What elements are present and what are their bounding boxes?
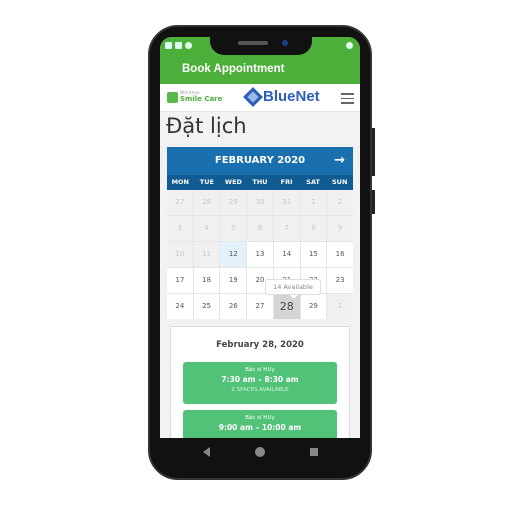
calendar-day: 4 xyxy=(193,216,220,241)
calendar-day[interactable]: 27 xyxy=(247,294,273,319)
weekday-label: SUN xyxy=(332,178,348,186)
leaf-icon xyxy=(167,91,178,103)
calendar-day[interactable]: 25 xyxy=(193,294,220,319)
hamburger-icon[interactable] xyxy=(341,93,354,107)
status-bar xyxy=(160,37,360,55)
calendar-day: 5 xyxy=(220,216,247,241)
app-bar-title: Book Appointment xyxy=(160,55,360,84)
calendar-day: 8 xyxy=(300,216,327,241)
timeslot-button[interactable]: Bác sĩ HUy 7:30 am – 8:30 am 2 SPACES AV… xyxy=(183,362,337,404)
calendar-day[interactable]: 15 xyxy=(300,242,327,267)
slot-time: 9:00 am – 10:00 am xyxy=(218,423,302,432)
weekday-row: MON TUE WED THU FRI SAT SUN xyxy=(167,175,353,190)
weekday-label: WED xyxy=(224,178,242,186)
screen: Book Appointment Nha Khoa Smile Care Blue… xyxy=(160,37,360,438)
calendar-day: 27 xyxy=(167,190,193,215)
calendar-day[interactable]: 17 xyxy=(167,268,193,293)
calendar-day[interactable]: 26 xyxy=(220,294,247,319)
calendar-day[interactable]: 16 xyxy=(327,242,353,267)
site-header: Nha Khoa Smile Care BlueNet xyxy=(160,84,360,112)
home-icon[interactable] xyxy=(254,447,265,457)
sync-icon xyxy=(185,42,192,49)
calendar-day: 30 xyxy=(247,190,273,215)
timeslot-button[interactable]: Bác sĩ HUy 9:00 am – 10:00 am xyxy=(183,410,337,438)
calendar-day: 28 xyxy=(193,190,220,215)
slot-doctor: Bác sĩ HUy xyxy=(245,415,275,421)
weekday-label: FRI xyxy=(280,178,293,186)
bluenet-text: BlueNet xyxy=(263,88,320,105)
calendar-day: 11 xyxy=(193,242,220,267)
timeslot-card: February 28, 2020 Bác sĩ HUy 7:30 am – 8… xyxy=(170,326,350,438)
calendar-day: 31 xyxy=(273,190,300,215)
volume-button xyxy=(372,190,375,214)
recent-apps-icon[interactable] xyxy=(309,448,318,456)
calendar-day: 1 xyxy=(300,190,327,215)
bluenet-diamond-icon xyxy=(243,86,263,107)
calendar-day: 1 xyxy=(327,294,353,319)
calendar-month: FEBRUARY 2020 xyxy=(214,155,306,166)
weekday-label: TUE xyxy=(199,178,214,186)
calendar-day[interactable]: 29 xyxy=(300,294,327,319)
bluenet-logo[interactable]: BlueNet xyxy=(243,86,320,107)
arrow-right-icon[interactable]: → xyxy=(334,147,345,175)
calendar-day: 29 xyxy=(220,190,247,215)
page-title: Đặt lịch xyxy=(166,114,247,138)
image-icon xyxy=(175,42,182,49)
back-icon[interactable] xyxy=(202,447,210,457)
weekday-label: SAT xyxy=(306,178,320,186)
weekday-label: MON xyxy=(171,178,189,186)
notch xyxy=(210,37,312,55)
weekday-label: THU xyxy=(252,178,268,186)
calendar-day[interactable]: 14 xyxy=(273,242,300,267)
calendar-header: FEBRUARY 2020 → xyxy=(167,147,353,175)
calendar-day: 9 xyxy=(327,216,353,241)
calendar-day[interactable]: 18 xyxy=(193,268,220,293)
calendar-day[interactable]: 23 xyxy=(327,268,353,293)
calendar-day: 3 xyxy=(167,216,193,241)
calendar-grid: 27 28 29 30 31 1 2 3 4 5 6 7 8 9 10 11 12 13 14 15 16 17 18 19 2… xyxy=(167,190,353,319)
battery-icon xyxy=(346,42,353,49)
power-button xyxy=(372,128,375,176)
availability-tooltip: 14 Available xyxy=(265,279,321,299)
calendar-day: 7 xyxy=(273,216,300,241)
android-nav-bar xyxy=(160,438,360,466)
calendar: FEBRUARY 2020 → MON TUE WED THU FRI SAT SUN 27… xyxy=(167,147,353,319)
selected-date: February 28, 2020 xyxy=(216,340,304,350)
calendar-day: 6 xyxy=(247,216,273,241)
slot-time: 7:30 am – 8:30 am xyxy=(221,375,299,384)
calendar-day[interactable]: 13 xyxy=(247,242,273,267)
calendar-day[interactable]: 19 xyxy=(220,268,247,293)
calendar-day[interactable]: 12 xyxy=(220,242,247,267)
smile-care-logo[interactable]: Nha Khoa Smile Care xyxy=(167,91,222,103)
slot-doctor: Bác sĩ HUy xyxy=(245,367,275,373)
calendar-day: 10 xyxy=(167,242,193,267)
logo-brand-text: Smile Care xyxy=(180,95,223,103)
camera-icon xyxy=(282,40,288,46)
calendar-day: 2 xyxy=(327,190,353,215)
calendar-day[interactable]: 24 xyxy=(167,294,193,319)
slot-spaces: 2 SPACES AVAILABLE xyxy=(231,387,289,393)
notification-icon xyxy=(165,42,172,49)
